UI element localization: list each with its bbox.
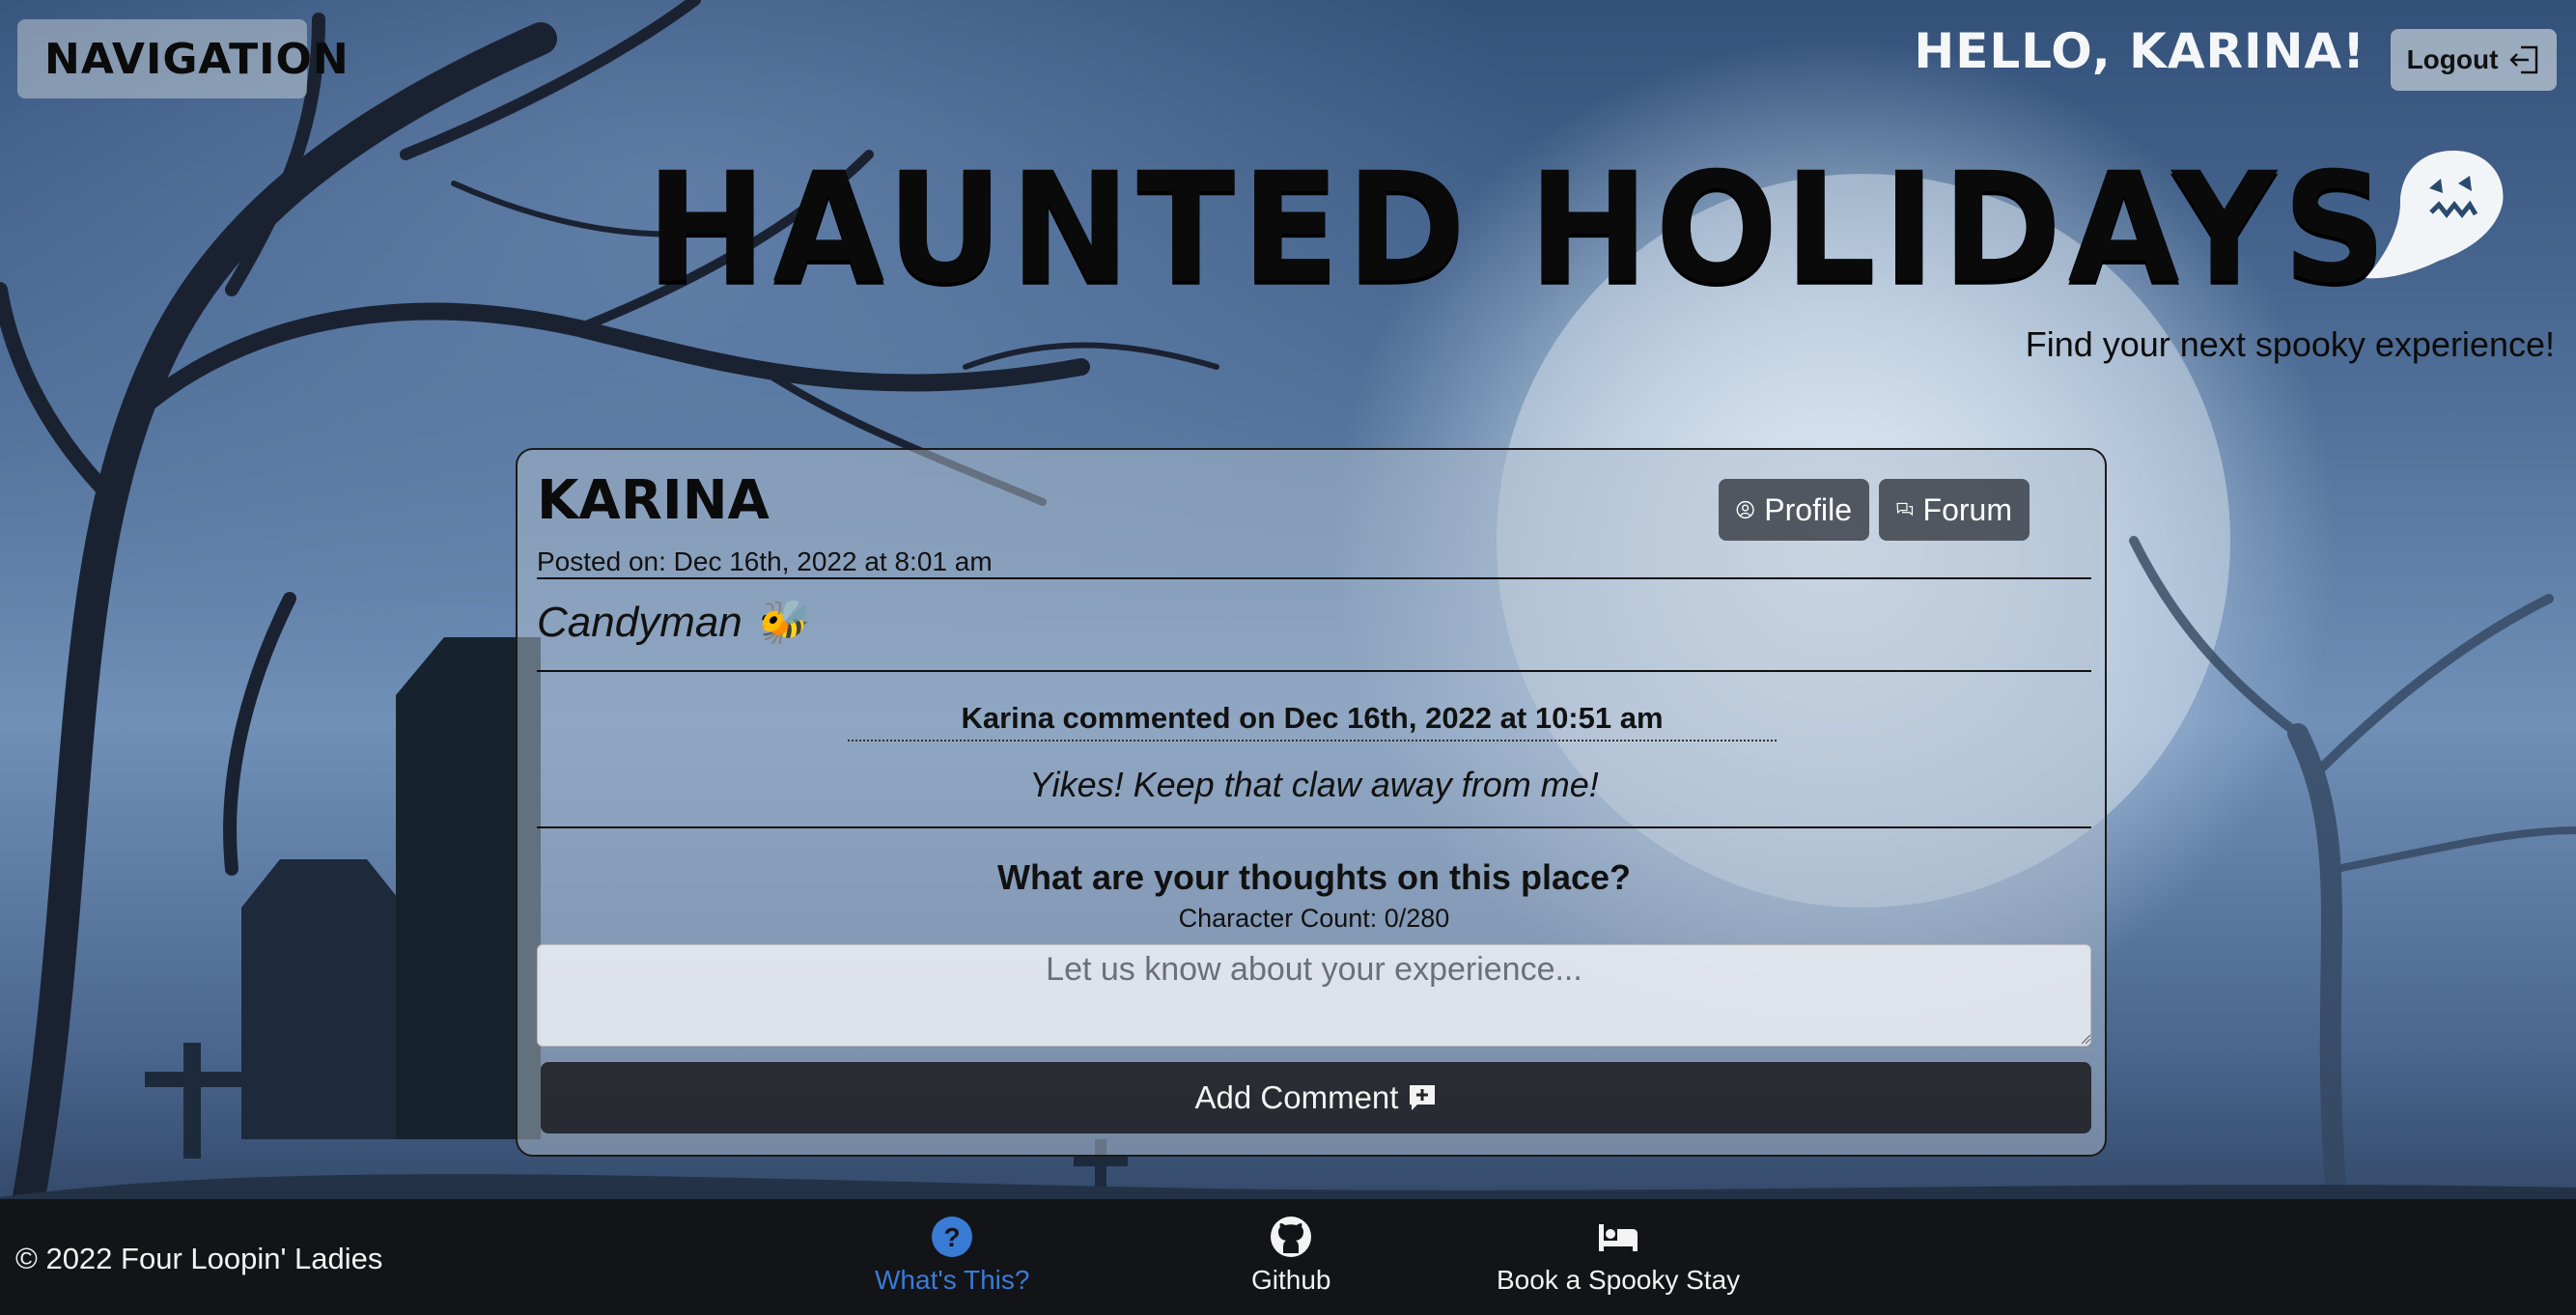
profile-label: Profile — [1764, 491, 1852, 527]
bed-icon — [1599, 1224, 1638, 1251]
comment-plus-icon — [1410, 1085, 1436, 1110]
divider — [537, 670, 2091, 672]
logout-icon — [2509, 45, 2538, 74]
whats-this-link[interactable]: ? What's This? — [875, 1215, 1029, 1296]
add-comment-button[interactable]: Add Comment — [541, 1062, 2091, 1133]
comment-prompt: What are your thoughts on this place? — [996, 857, 1632, 897]
navigation-button[interactable]: Navigation — [17, 19, 349, 98]
user-circle-icon — [1736, 500, 1754, 519]
divider — [537, 577, 2091, 579]
footer: © 2022 Four Loopin' Ladies ? What's This… — [0, 1199, 2576, 1315]
logout-button[interactable]: Logout — [2391, 29, 2557, 91]
book-stay-link[interactable]: Book a Spooky Stay — [1497, 1215, 1740, 1296]
resize-handle-icon[interactable] — [2080, 1033, 2091, 1045]
post-author[interactable]: Karina — [537, 469, 770, 532]
forum-label: Forum — [1922, 491, 2012, 527]
book-stay-label: Book a Spooky Stay — [1497, 1265, 1741, 1295]
comment-textarea[interactable] — [537, 944, 2091, 1047]
navigation-label: Navigation — [44, 34, 350, 84]
whats-this-label: What's This? — [875, 1265, 1030, 1295]
profile-button[interactable]: Profile — [1719, 479, 1869, 541]
chat-bubbles-icon — [1896, 502, 1914, 517]
character-count: Character Count: 0/280 — [1178, 904, 1450, 933]
question-circle-icon: ? — [932, 1217, 973, 1257]
post-date: Posted on: Dec 16th, 2022 at 8:01 am — [537, 546, 993, 576]
comment-body: Yikes! Keep that claw away from me! — [1029, 765, 1599, 804]
comment-heading: Karina commented on Dec 16th, 2022 at 10… — [848, 701, 1777, 741]
divider — [537, 826, 2091, 828]
user-greeting: Hello, Karina! — [1914, 23, 2366, 79]
forum-button[interactable]: Forum — [1879, 479, 2030, 541]
post-title: Candyman 🐝 — [537, 599, 807, 646]
logout-label: Logout — [2406, 44, 2499, 74]
github-label: Github — [1251, 1265, 1331, 1295]
svg-text:?: ? — [944, 1222, 961, 1252]
copyright-text: © 2022 Four Loopin' Ladies — [15, 1242, 383, 1275]
tagline: Find your next spooky experience! — [2025, 324, 2555, 364]
ghost-mascot-icon — [2366, 151, 2504, 279]
add-comment-label: Add Comment — [1194, 1079, 1399, 1115]
github-link[interactable]: Github — [1251, 1215, 1331, 1296]
github-icon — [1271, 1217, 1312, 1257]
post-card: Karina Posted on: Dec 16th, 2022 at 8:01… — [516, 448, 2107, 1157]
brand-title: Haunted Holidays — [645, 140, 2393, 318]
